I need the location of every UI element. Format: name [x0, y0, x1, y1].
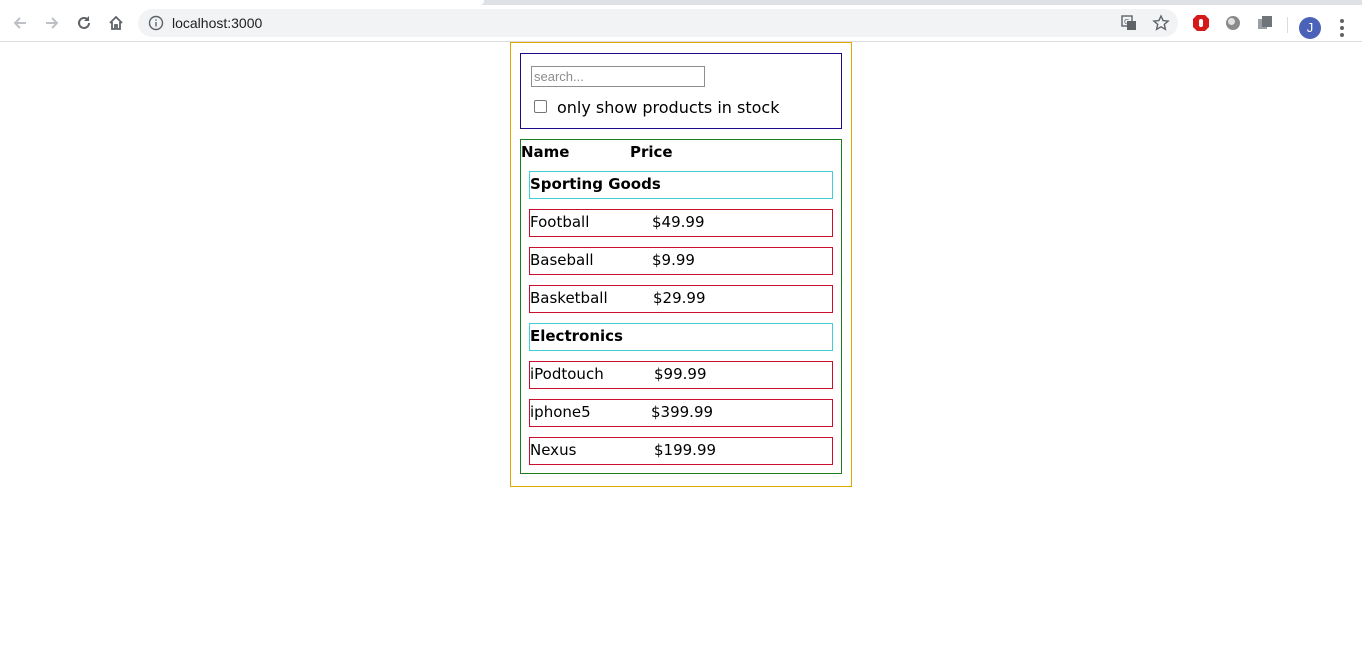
product-price: $9.99	[652, 251, 695, 269]
in-stock-checkbox[interactable]	[534, 100, 547, 113]
browser-toolbar: localhost:3000 G J	[0, 5, 1362, 42]
reload-icon	[78, 16, 90, 29]
product-name: iPodtouch	[530, 365, 604, 383]
product-row: iPodtouch $99.99	[529, 361, 833, 389]
category-label: Electronics	[530, 327, 623, 345]
menu-dots-icon[interactable]	[1335, 17, 1349, 39]
svg-text:G: G	[1124, 18, 1129, 26]
product-row: Basketball $29.99	[529, 285, 833, 313]
price-column-header: Price	[630, 143, 673, 161]
home-button[interactable]	[102, 9, 130, 37]
filterable-product-table: only show products in stock Name Price S…	[510, 42, 852, 487]
product-name: Baseball	[530, 251, 594, 269]
product-price: $29.99	[653, 289, 706, 307]
product-price: $99.99	[654, 365, 707, 383]
forward-arrow-icon	[46, 17, 59, 29]
category-label: Sporting Goods	[530, 175, 661, 193]
product-table: Name Price Sporting Goods Football $49.9…	[520, 139, 842, 474]
translate-icon[interactable]: G	[1120, 14, 1138, 32]
back-button[interactable]	[6, 9, 34, 37]
info-icon[interactable]	[148, 15, 164, 31]
product-row: Baseball $9.99	[529, 247, 833, 275]
product-row: Nexus $199.99	[529, 437, 833, 465]
profile-avatar[interactable]: J	[1299, 17, 1321, 39]
product-name: Football	[530, 213, 590, 231]
search-input[interactable]	[531, 66, 705, 87]
product-price: $49.99	[652, 213, 705, 231]
address-bar[interactable]: localhost:3000 G	[138, 9, 1178, 37]
back-arrow-icon	[13, 17, 26, 29]
table-header: Name Price	[521, 142, 841, 164]
product-name: Basketball	[530, 289, 608, 307]
product-price: $199.99	[654, 441, 717, 459]
star-icon[interactable]	[1152, 14, 1170, 32]
extension-icon[interactable]	[1224, 14, 1242, 32]
category-row: Sporting Goods	[529, 171, 833, 199]
product-name: iphone5	[530, 403, 591, 421]
adblock-icon[interactable]	[1192, 14, 1210, 32]
home-icon	[109, 15, 123, 30]
name-column-header: Name	[521, 143, 570, 161]
toolbar-divider	[1287, 17, 1288, 33]
reload-button[interactable]	[70, 9, 98, 37]
category-row: Electronics	[529, 323, 833, 351]
in-stock-label: only show products in stock	[557, 98, 780, 117]
extension-icon[interactable]	[1256, 14, 1274, 32]
forward-button[interactable]	[38, 9, 66, 37]
product-row: iphone5 $399.99	[529, 399, 833, 427]
product-price: $399.99	[651, 403, 714, 421]
search-bar: only show products in stock	[520, 53, 842, 129]
in-stock-filter[interactable]: only show products in stock	[534, 98, 779, 118]
url-text: localhost:3000	[172, 15, 263, 31]
product-name: Nexus	[530, 441, 577, 459]
product-row: Football $49.99	[529, 209, 833, 237]
